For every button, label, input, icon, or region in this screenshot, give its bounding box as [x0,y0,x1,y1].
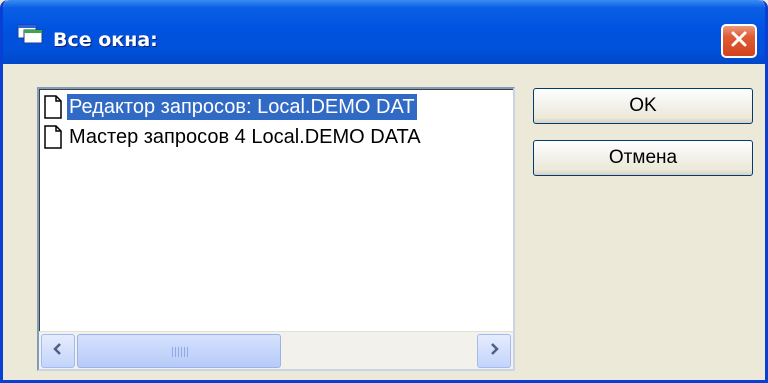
windows-listbox[interactable]: Редактор запросов: Local.DEMO DAT Мастер… [37,87,515,371]
list-item-label: Мастер запросов 4 Local.DEMO DATA [69,126,421,148]
scroll-right-button[interactable] [477,334,511,368]
title-bar[interactable]: Все окна: [3,0,765,64]
arrow-right-icon [487,342,501,361]
list-item[interactable]: Редактор запросов: Local.DEMO DAT [43,93,513,121]
cancel-button[interactable]: Отмена [533,140,753,176]
list-item-label: Редактор запросов: Local.DEMO DAT [67,94,417,120]
list-item[interactable]: Мастер запросов 4 Local.DEMO DATA [43,123,513,151]
scroll-thumb[interactable] [77,334,281,368]
grip-icon [172,347,188,357]
all-windows-dialog: Все окна: Редактор запросов: Local.DEMO … [0,0,768,383]
scroll-left-button[interactable] [41,334,75,368]
dialog-title: Все окна: [53,29,158,51]
windows-list-icon [17,24,43,44]
windows-list: Редактор запросов: Local.DEMO DAT Мастер… [39,89,513,329]
document-icon [43,125,63,149]
close-button[interactable] [721,24,757,58]
document-icon [43,95,63,119]
arrow-left-icon [51,342,65,361]
ok-button[interactable]: OK [533,88,753,124]
horizontal-scrollbar[interactable] [39,331,513,369]
close-icon [729,29,749,54]
